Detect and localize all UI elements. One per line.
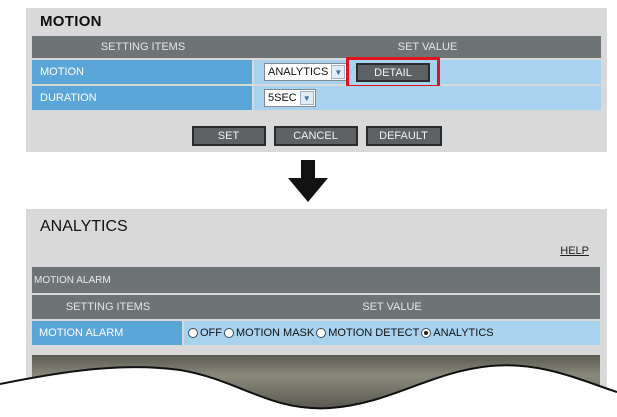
torn-edge-divider (0, 364, 617, 417)
